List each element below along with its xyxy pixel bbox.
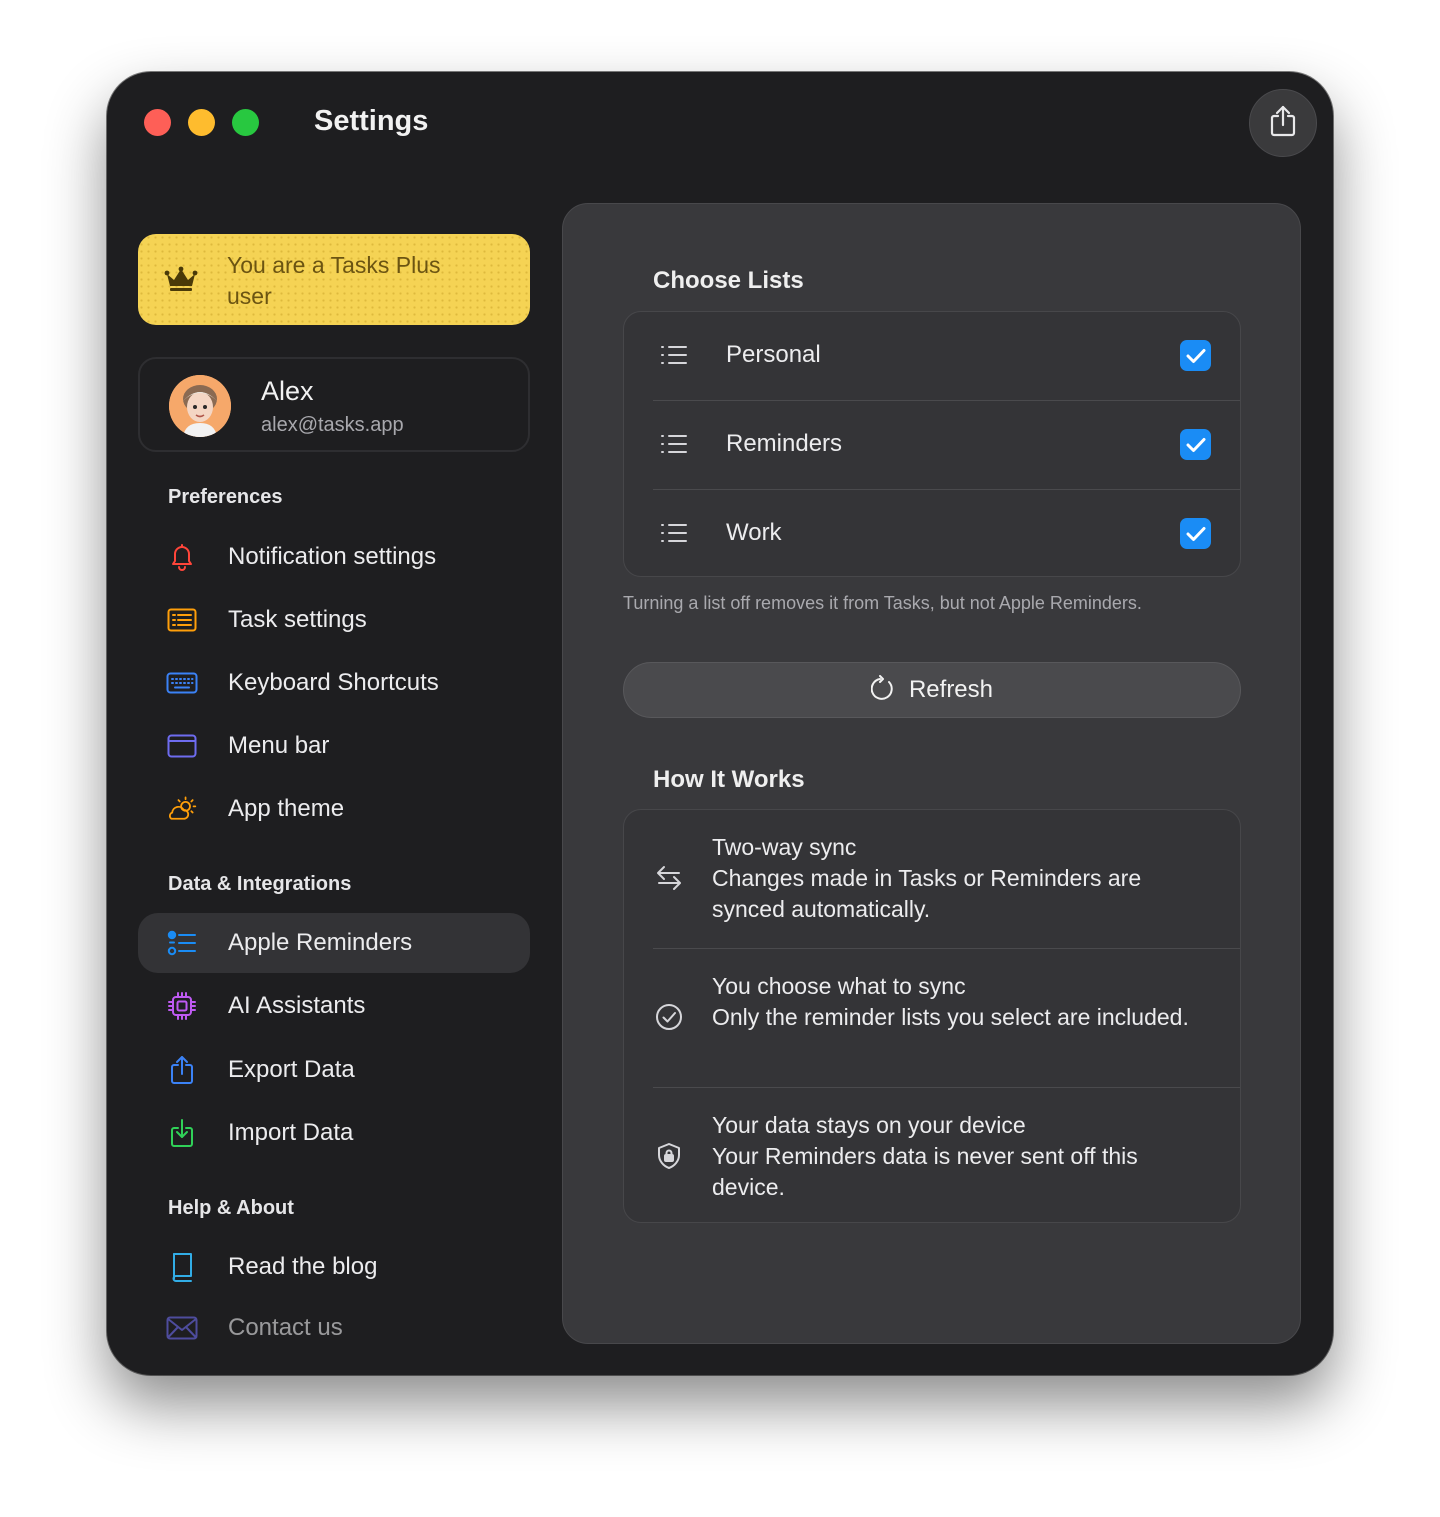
sun-cloud-icon [166, 794, 198, 824]
sidebar-item-notification-settings[interactable]: Notification settings [138, 527, 530, 587]
sidebar-item-task-settings[interactable]: Task settings [138, 590, 530, 650]
profile-card[interactable]: Alex alex@tasks.app [138, 357, 530, 452]
how-item-choose-sync: You choose what to sync Only the reminde… [624, 949, 1240, 1087]
section-preferences: Preferences [168, 486, 283, 508]
sidebar-item-menu-bar[interactable]: Menu bar [138, 716, 530, 776]
share-icon [166, 1055, 198, 1085]
sidebar-item-label: Export Data [228, 1056, 355, 1083]
sidebar-item-label: Apple Reminders [228, 929, 413, 956]
how-item-title: Your data stays on your device [712, 1112, 1026, 1138]
sidebar-item-read-the-blog[interactable]: Read the blog [138, 1237, 530, 1297]
how-item-body: Only the reminder lists you select are i… [712, 1004, 1189, 1030]
list-label: Work [726, 519, 782, 546]
list-bullet-icon [660, 344, 688, 371]
refresh-label: Refresh [908, 676, 994, 703]
section-help-about: Help & About [168, 1197, 294, 1219]
import-icon [166, 1118, 198, 1148]
how-item-title: You choose what to sync [712, 973, 966, 999]
list-item-personal[interactable]: Personal [624, 312, 1240, 400]
list-doc-icon [166, 605, 198, 635]
list-label: Personal [726, 341, 821, 368]
lists-note: Turning a list off removes it from Tasks… [623, 593, 1142, 613]
plus-banner-text: You are a Tasks Plus user [227, 252, 441, 309]
reminders-icon [166, 928, 198, 958]
sidebar-item-label: Contact us [228, 1314, 343, 1341]
refresh-button[interactable]: Refresh [623, 662, 1241, 718]
list-label: Reminders [726, 430, 843, 457]
sidebar-item-app-theme[interactable]: App theme [138, 779, 530, 839]
chip-icon [166, 991, 198, 1021]
personal-checkbox[interactable] [1180, 340, 1211, 371]
sidebar-item-label: Task settings [228, 606, 367, 633]
profile-name: Alex [261, 376, 314, 406]
list-bullet-icon [660, 522, 688, 549]
checkmark-circle-icon [654, 1002, 684, 1032]
share-button[interactable] [1249, 89, 1317, 157]
refresh-icon [870, 674, 895, 706]
sidebar-item-label: App theme [228, 795, 345, 822]
how-item-body: Changes made in Tasks or Reminders are s… [712, 865, 1142, 922]
plus-banner[interactable]: You are a Tasks Plus user [138, 234, 530, 325]
window-icon [166, 731, 198, 761]
how-item-title: Two-way sync [712, 834, 857, 860]
sidebar-item-label: AI Assistants [228, 992, 366, 1019]
zoom-window-button[interactable] [232, 109, 259, 136]
crown-icon [164, 266, 198, 297]
sidebar-item-label: Menu bar [228, 732, 330, 759]
reminders-checkbox[interactable] [1180, 429, 1211, 460]
bell-icon [166, 542, 198, 572]
apple-reminders-panel: Choose Lists Personal Reminders Work Tur… [562, 203, 1301, 1344]
window-title: Settings [314, 105, 429, 137]
sidebar-item-contact-us[interactable]: Contact us [138, 1298, 530, 1358]
sync-arrows-icon [654, 863, 684, 893]
close-window-button[interactable] [144, 109, 171, 136]
how-item-body: Your Reminders data is never sent off th… [712, 1143, 1138, 1200]
profile-email: alex@tasks.app [261, 414, 404, 436]
choose-lists-title: Choose Lists [653, 267, 804, 294]
how-it-works-card: Two-way sync Changes made in Tasks or Re… [623, 809, 1241, 1223]
sidebar-item-label: Import Data [228, 1119, 354, 1146]
list-bullet-icon [660, 433, 688, 460]
sidebar-item-keyboard-shortcuts[interactable]: Keyboard Shortcuts [138, 653, 530, 713]
sidebar-item-apple-reminders[interactable]: Apple Reminders [138, 913, 530, 973]
work-checkbox[interactable] [1180, 518, 1211, 549]
sidebar-item-label: Keyboard Shortcuts [228, 669, 439, 696]
lock-shield-icon [654, 1141, 684, 1171]
sidebar-item-label: Read the blog [228, 1253, 378, 1280]
minimize-window-button[interactable] [188, 109, 215, 136]
settings-window: Settings You are a Tasks Plus user Alex … [107, 72, 1333, 1375]
section-data-integrations: Data & Integrations [168, 873, 352, 895]
keyboard-icon [166, 668, 198, 698]
book-icon [166, 1252, 198, 1282]
sidebar-item-label: Notification settings [228, 543, 437, 570]
envelope-icon [166, 1313, 198, 1343]
avatar [169, 375, 231, 437]
how-item-data-on-device: Your data stays on your device Your Remi… [624, 1088, 1240, 1226]
sidebar-item-ai-assistants[interactable]: AI Assistants [138, 976, 530, 1036]
list-item-work[interactable]: Work [624, 490, 1240, 578]
how-item-two-way-sync: Two-way sync Changes made in Tasks or Re… [624, 810, 1240, 948]
list-item-reminders[interactable]: Reminders [624, 401, 1240, 489]
share-icon [1268, 104, 1298, 143]
lists-card: Personal Reminders Work [623, 311, 1241, 577]
sidebar-item-import-data[interactable]: Import Data [138, 1103, 530, 1163]
how-it-works-title: How It Works [653, 766, 805, 793]
sidebar-item-export-data[interactable]: Export Data [138, 1040, 530, 1100]
